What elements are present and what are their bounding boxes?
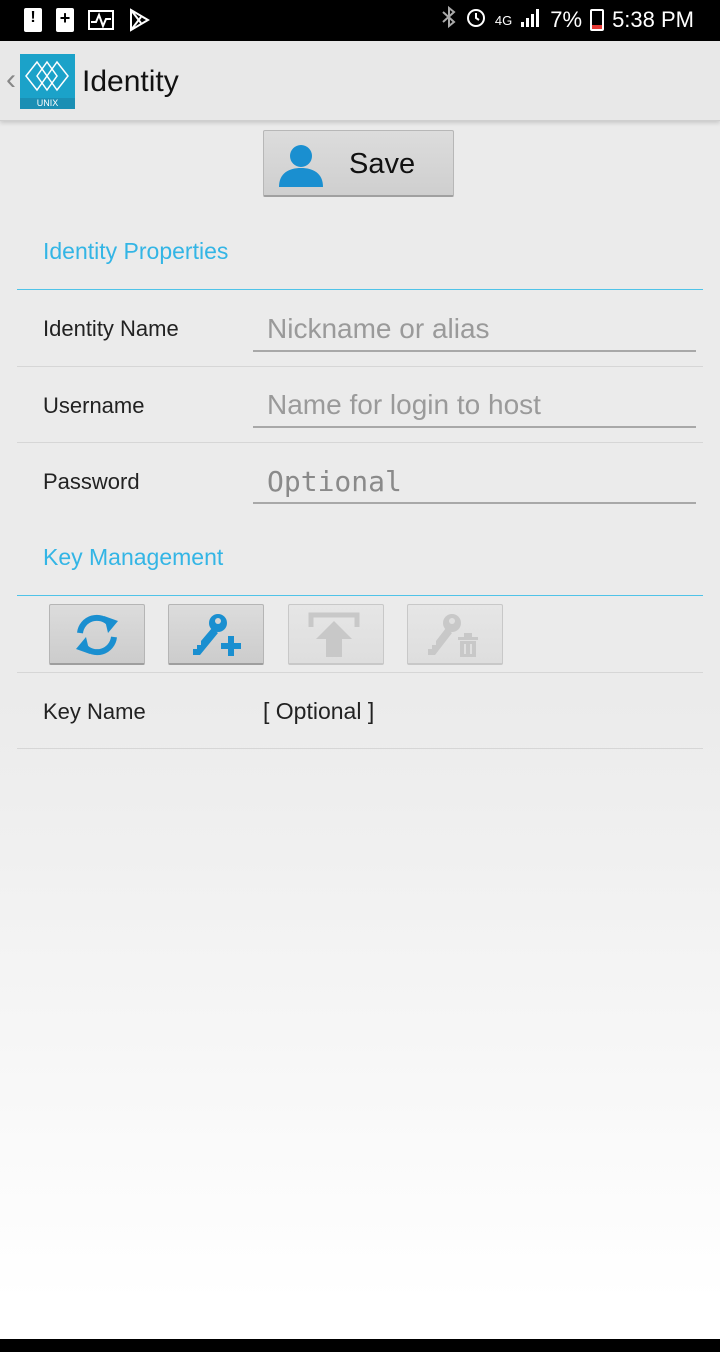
status-bar: 4G 7% 5:38 PM <box>0 0 720 41</box>
identity-properties-header: Identity Properties <box>43 238 229 264</box>
password-label: Password <box>43 469 140 494</box>
identity-name-input[interactable] <box>253 308 696 352</box>
add-key-icon <box>193 614 241 656</box>
save-button-label: Save <box>349 148 416 180</box>
key-management-header: Key Management <box>43 544 224 570</box>
navigation-bar <box>0 1339 720 1352</box>
section-divider <box>17 595 703 596</box>
identity-name-label: Identity Name <box>43 316 179 341</box>
logo-caption: UNIX <box>20 98 75 109</box>
refresh-key-button[interactable] <box>49 604 145 665</box>
upload-icon <box>308 612 360 657</box>
play-store-icon <box>128 8 150 32</box>
network-label: 4G <box>494 12 513 28</box>
save-button[interactable]: Save <box>263 130 454 197</box>
person-icon <box>279 145 323 187</box>
key-name-label: Key Name <box>43 699 146 724</box>
username-label: Username <box>43 393 145 418</box>
battery-saver-icon <box>56 8 74 32</box>
delete-key-button[interactable] <box>407 604 503 665</box>
action-bar: ‹ UNIX Identity <box>0 41 720 121</box>
key-name-value[interactable]: [ Optional ] <box>263 698 374 725</box>
row-divider <box>17 748 703 749</box>
upload-key-button[interactable] <box>288 604 384 665</box>
alert-notification-icon <box>24 8 42 32</box>
back-chevron-icon[interactable]: ‹ <box>6 63 16 97</box>
app-logo[interactable]: UNIX <box>20 54 75 109</box>
row-divider <box>17 672 703 673</box>
battery-icon <box>590 9 605 31</box>
bluetooth-icon <box>441 5 457 35</box>
refresh-icon <box>76 614 118 656</box>
add-key-button[interactable] <box>168 604 264 665</box>
section-divider <box>17 289 703 290</box>
logo-diamond-icon <box>25 60 69 92</box>
alarm-icon <box>465 6 487 34</box>
row-divider <box>17 442 703 443</box>
clock-time: 5:38 PM <box>612 7 694 32</box>
signal-icon <box>520 6 542 34</box>
row-divider <box>17 366 703 367</box>
page-title: Identity <box>82 65 179 98</box>
delete-key-icon <box>428 614 478 657</box>
battery-percent: 7% <box>550 7 583 32</box>
password-input[interactable] <box>253 460 696 504</box>
activity-icon <box>88 8 114 32</box>
username-input[interactable] <box>253 384 696 428</box>
